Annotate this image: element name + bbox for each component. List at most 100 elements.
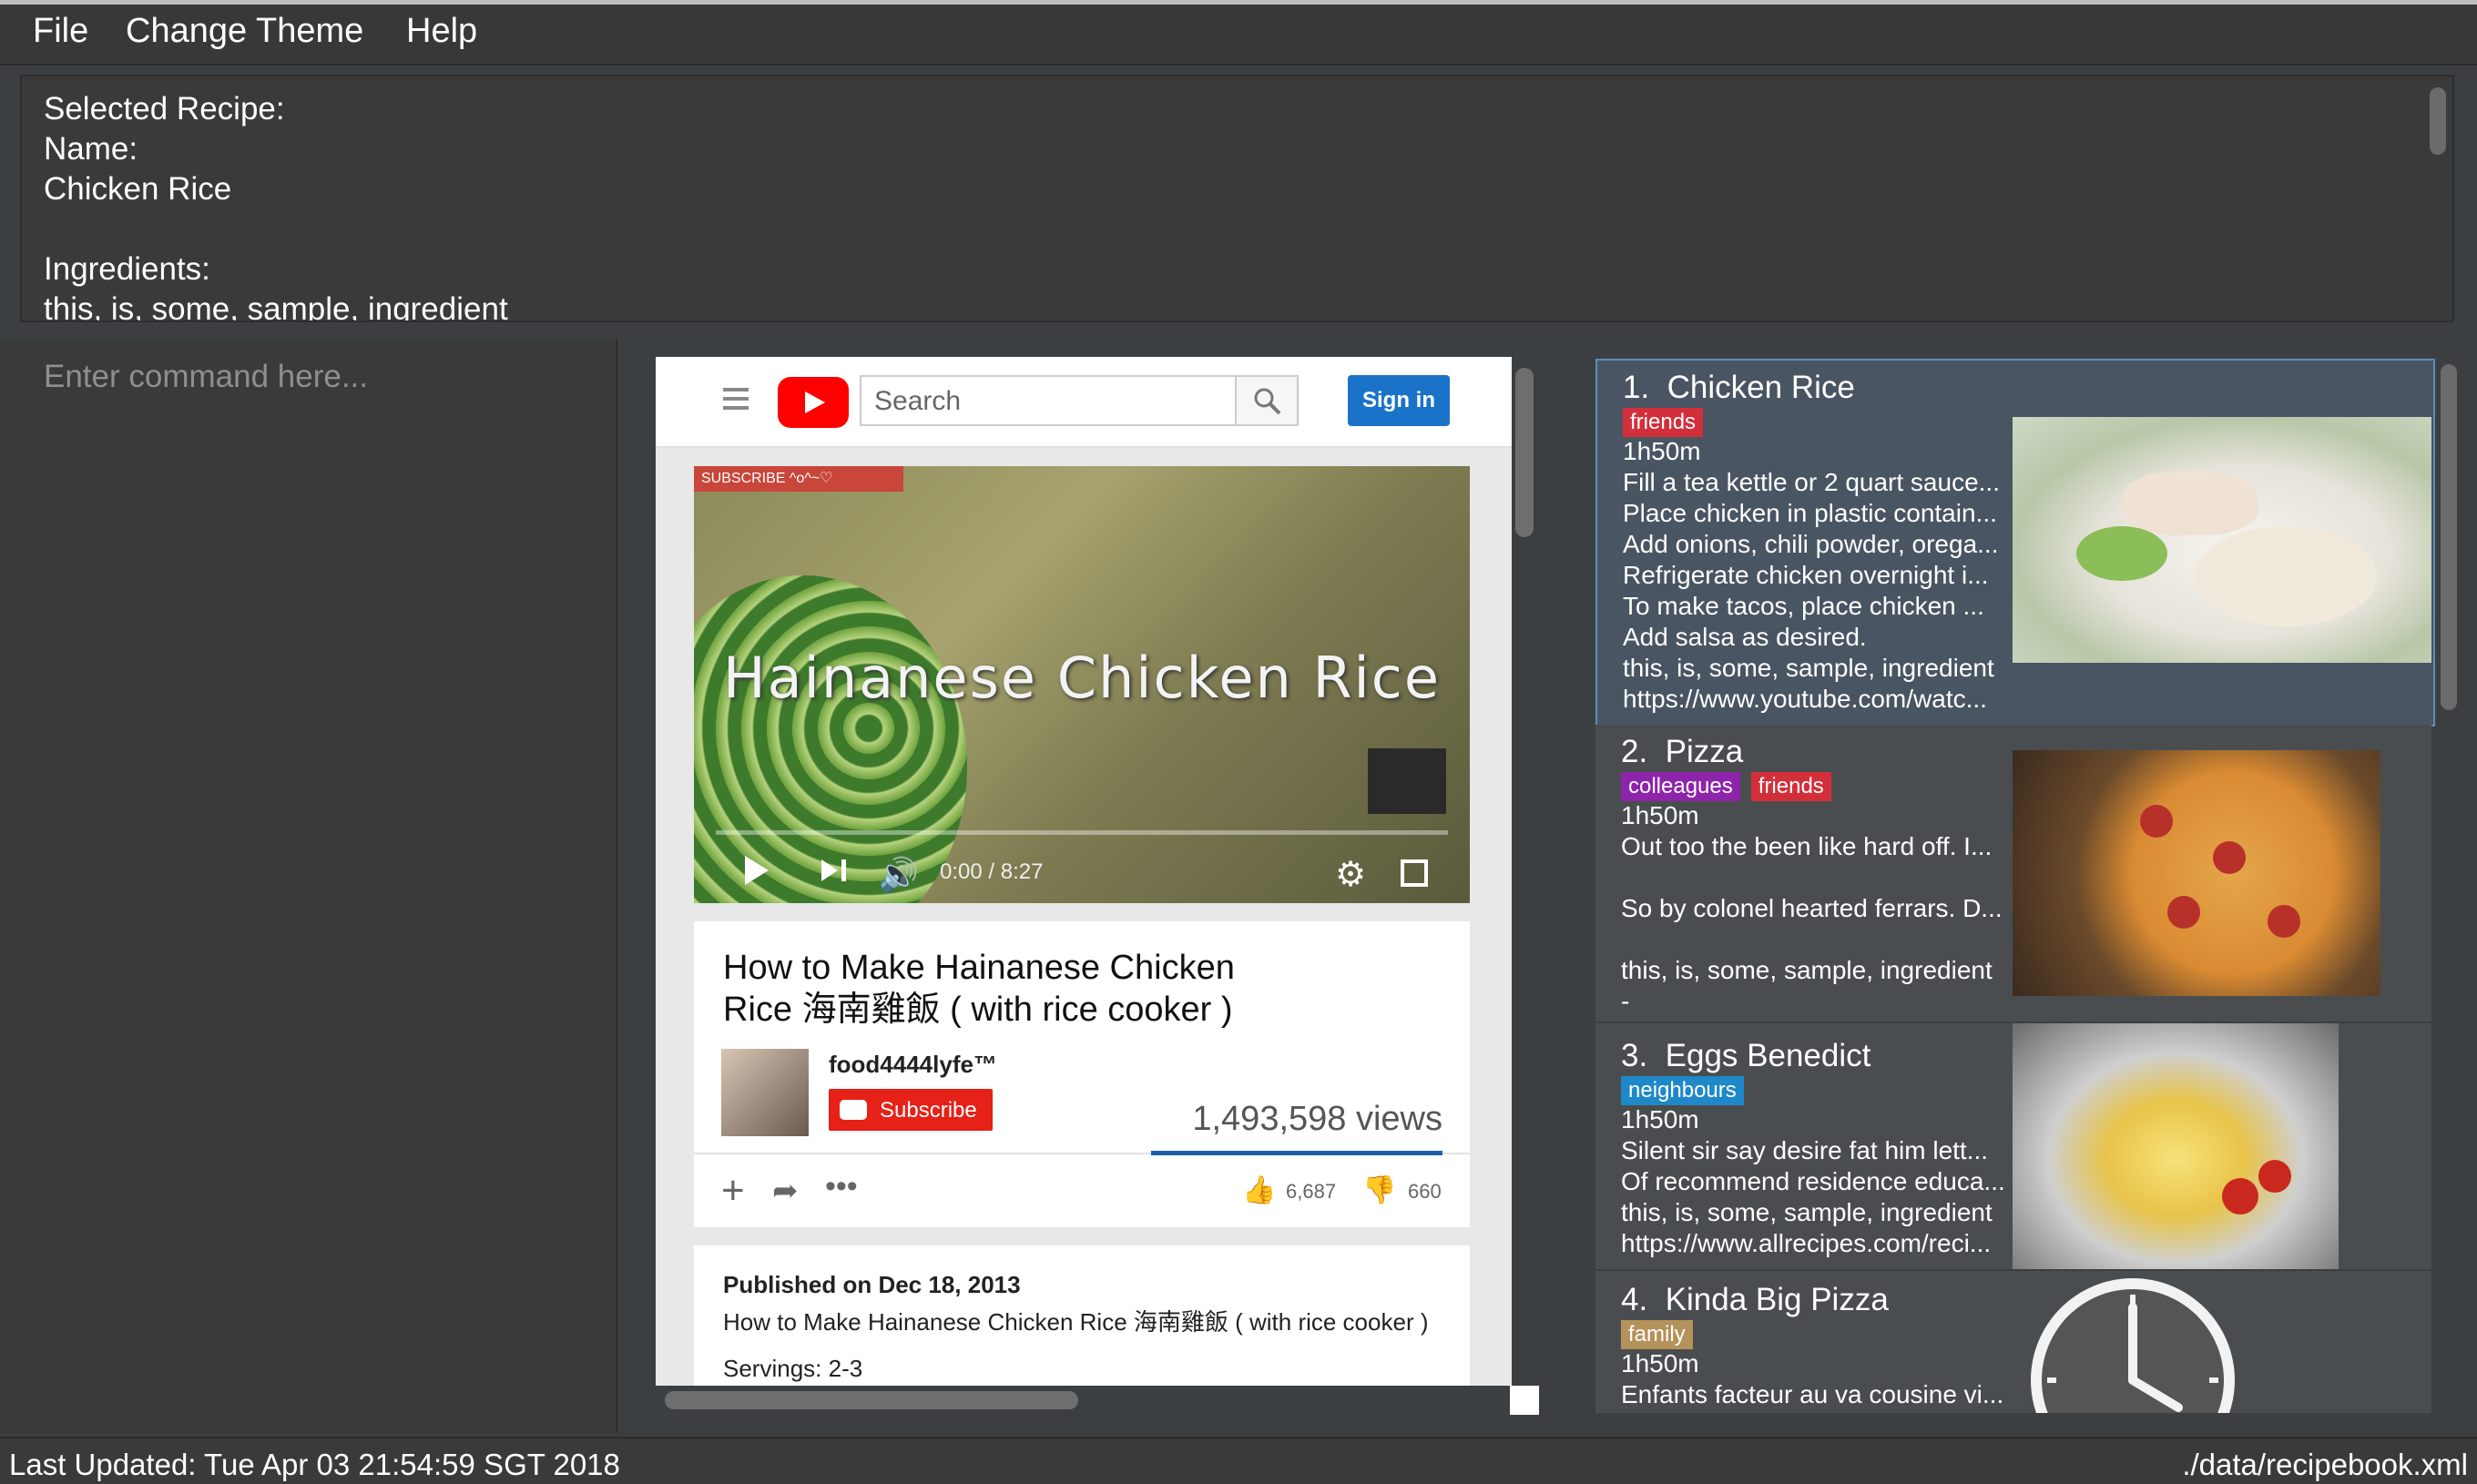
file-path-status: ./data/recipebook.xml — [2182, 1448, 2468, 1481]
recipe-title-1: 1. Chicken Rice — [1623, 370, 1855, 406]
recipe-line: Add salsa as desired. — [1623, 623, 1867, 651]
search-placeholder: Search — [874, 386, 962, 416]
recipe-card-3[interactable]: 3. Eggs Benedict neighbours 1h50m Silent… — [1595, 1023, 2431, 1269]
like-count: 6,687 — [1286, 1180, 1337, 1203]
video-progress-bar[interactable] — [716, 830, 1448, 835]
thumbs-up-icon[interactable]: 👍 — [1242, 1174, 1276, 1206]
youtube-search-input[interactable]: Search — [860, 375, 1237, 426]
recipe-name: Pizza — [1665, 734, 1744, 769]
channel-name[interactable]: food4444lyfe™ — [829, 1051, 997, 1079]
recipe-index: 2. — [1621, 734, 1648, 769]
command-box[interactable]: Enter command here... — [0, 339, 617, 1433]
chicken-image — [2122, 472, 2258, 535]
recipe-preparation-time: 1h50m — [1621, 1105, 1699, 1133]
recipe-ingredients: this, is, some, sample, ingredient — [1623, 654, 1994, 682]
recipe-tags: family — [1621, 1318, 1704, 1349]
hamburger-icon[interactable] — [723, 388, 749, 410]
youtube-logo-icon[interactable] — [778, 377, 849, 428]
recipe-line: Place chicken in plastic contain... — [1623, 499, 1997, 527]
pizza-image — [2013, 750, 2380, 996]
pepperoni — [2213, 841, 2246, 874]
description-text: How to Make Hainanese Chicken Rice 海南雞飯 … — [723, 1308, 1429, 1336]
tag-label: family — [1621, 1320, 1693, 1349]
recipe-list-scrollbar[interactable] — [2441, 364, 2457, 710]
menu-file[interactable]: File — [33, 12, 88, 51]
search-icon — [1254, 388, 1281, 415]
recipe-line: So by colonel hearted ferrars. D... — [1621, 894, 2003, 922]
channel-watermark — [1368, 748, 1446, 814]
pepperoni — [2140, 805, 2173, 838]
subscribe-button[interactable]: Subscribe — [829, 1089, 993, 1131]
menu-help[interactable]: Help — [406, 12, 477, 51]
recipe-index: 4. — [1621, 1282, 1648, 1317]
recipe-index: 3. — [1621, 1038, 1648, 1073]
recipe-url: https://www.youtube.com/watc... — [1623, 685, 1987, 713]
video-time: 0:00 / 8:27 — [940, 859, 1044, 884]
tag-label: neighbours — [1621, 1076, 1744, 1105]
search-button[interactable] — [1235, 375, 1299, 426]
avatar[interactable] — [721, 1049, 809, 1136]
recipe-line: Add onions, chili powder, orega... — [1623, 530, 1999, 558]
command-input[interactable]: Enter command here... — [44, 359, 368, 395]
volume-icon[interactable]: 🔊 — [878, 856, 919, 894]
add-icon[interactable]: + — [721, 1171, 745, 1211]
pepperoni — [2167, 896, 2200, 929]
menu-change-theme[interactable]: Change Theme — [126, 12, 363, 51]
recipe-line: To make tacos, place chicken ... — [1623, 592, 1984, 620]
recipe-line: Enfants facteur au va cousine vi... — [1621, 1380, 2004, 1408]
recipe-line: Fill a tea kettle or 2 quart sauce... — [1623, 468, 2000, 496]
sign-in-button[interactable]: Sign in — [1348, 375, 1450, 426]
recipe-line: Refrigerate chicken overnight i... — [1623, 561, 1989, 589]
chicken-rice-image — [2013, 417, 2431, 663]
thumbs-down-icon[interactable]: 👎 — [1362, 1174, 1396, 1206]
eggs-benedict-image — [2013, 1023, 2339, 1269]
cucumber-image — [2076, 526, 2167, 581]
recipe-tags: colleagues friends — [1621, 770, 1842, 801]
browser-horizontal-scrollbar[interactable] — [665, 1391, 1078, 1409]
recipe-tags: neighbours — [1621, 1074, 1755, 1105]
more-icon[interactable]: ••• — [825, 1169, 858, 1204]
play-icon[interactable] — [745, 856, 769, 885]
pepperoni — [2268, 905, 2300, 938]
recipe-preparation-time: 1h50m — [1621, 801, 1699, 829]
tomato — [2258, 1160, 2291, 1193]
recipe-card-2[interactable]: 2. Pizza colleagues friends 1h50m Out too… — [1595, 725, 2431, 1022]
fullscreen-icon[interactable] — [1401, 859, 1428, 887]
recipe-title-3: 3. Eggs Benedict — [1621, 1038, 1870, 1074]
rice-image — [2195, 526, 2377, 626]
recipe-preparation-time: 1h50m — [1623, 437, 1701, 465]
youtube-play-icon — [840, 1100, 867, 1120]
tag-label: friends — [1750, 772, 1831, 801]
like-ratio-bar — [1151, 1151, 1442, 1155]
subscribe-banner: SUBSCRIBE ^o^~♡ — [694, 466, 903, 492]
video-overlay-title: Hainanese Chicken Rice — [723, 645, 1441, 711]
recipe-ingredients: this, is, some, sample, ingredient — [1621, 1198, 1993, 1226]
gear-icon[interactable]: ⚙ — [1335, 854, 1366, 895]
next-icon[interactable] — [821, 859, 847, 886]
recipe-name: Kinda Big Pizza — [1665, 1282, 1889, 1317]
published-date: Published on Dec 18, 2013 — [723, 1271, 1021, 1298]
recipe-tags: friends — [1623, 406, 1714, 437]
video-info-card: How to Make Hainanese Chicken Rice 海南雞飯 … — [694, 921, 1470, 1227]
browser-view: Search Sign in SUBSCRIBE ^o^~♡ Hainanese… — [656, 357, 1512, 1386]
recipe-line: Out too the been like hard off. I... — [1621, 832, 1993, 860]
dislike-count: 660 — [1408, 1180, 1442, 1203]
recipe-card-4[interactable]: 4. Kinda Big Pizza family 1h50m Enfants … — [1595, 1271, 2431, 1413]
recipe-line: Of recommend residence educa... — [1621, 1167, 2005, 1195]
recipe-card-1[interactable]: 1. Chicken Rice friends 1h50m Fill a tea… — [1595, 359, 2435, 727]
recipe-name: Chicken Rice — [1667, 370, 1855, 405]
cucumber-image — [694, 575, 967, 903]
subscribe-label: Subscribe — [880, 1098, 977, 1123]
video-player[interactable]: SUBSCRIBE ^o^~♡ Hainanese Chicken Rice 🔊… — [694, 466, 1470, 903]
recipe-title-2: 2. Pizza — [1621, 734, 1743, 770]
recipe-title-4: 4. Kinda Big Pizza — [1621, 1282, 1889, 1318]
browser-vertical-scrollbar[interactable] — [1515, 368, 1534, 537]
scroll-corner — [1510, 1386, 1539, 1415]
tag-label: colleagues — [1621, 772, 1740, 801]
recipe-index: 1. — [1623, 370, 1650, 405]
recipe-line: Silent sir say desire fat him lett... — [1621, 1136, 1989, 1164]
servings-text: Servings: 2-3 — [723, 1355, 863, 1382]
result-scrollbar[interactable] — [2430, 87, 2446, 155]
share-icon[interactable]: ➦ — [772, 1173, 799, 1209]
recipe-ingredients: this, is, some, sample, ingredient — [1621, 956, 1993, 984]
